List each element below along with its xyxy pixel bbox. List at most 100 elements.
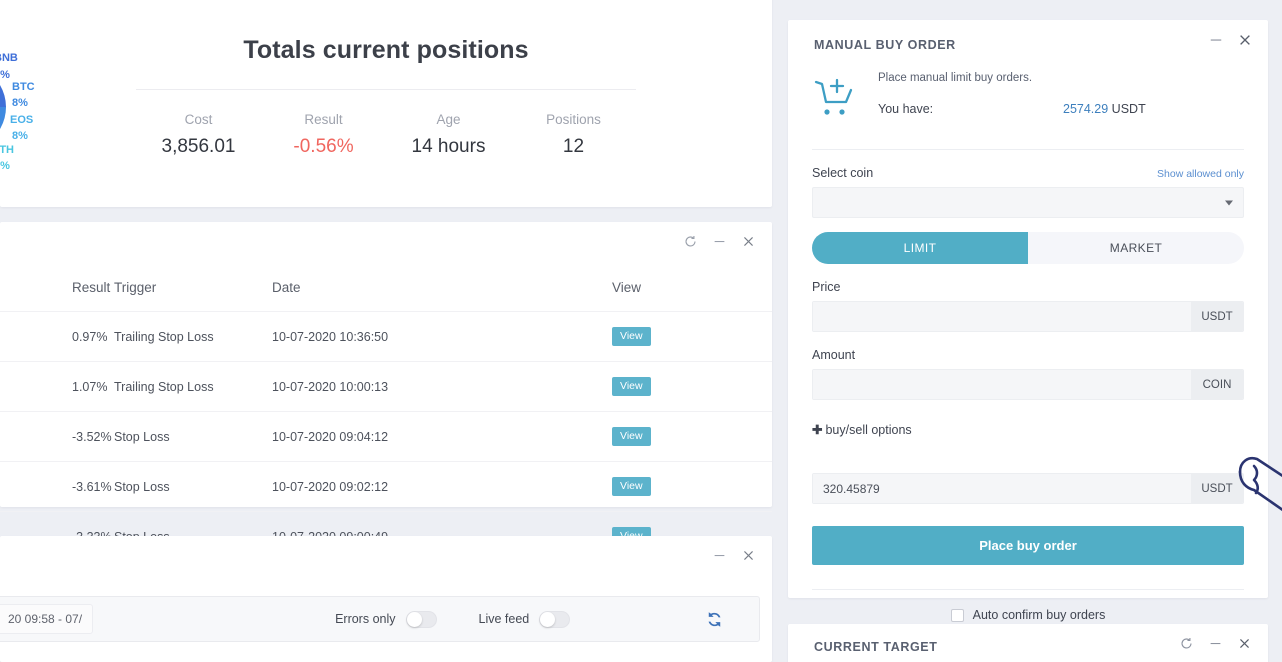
shopping-cart-plus-icon [812, 72, 868, 127]
close-icon[interactable] [1237, 32, 1252, 47]
log-card-window-controls [696, 536, 772, 575]
metric-cost-label: Cost [184, 112, 213, 127]
errors-only-control: Errors only [335, 610, 437, 628]
minimize-icon[interactable] [1208, 636, 1223, 651]
close-icon[interactable] [741, 548, 756, 563]
cell-date: 10-07-2020 09:04:12 [272, 411, 612, 462]
view-button[interactable]: View [612, 427, 651, 446]
metric-positions-value: 12 [562, 136, 585, 157]
tab-limit[interactable]: LIMIT [812, 232, 1028, 264]
tab-market[interactable]: MARKET [1028, 232, 1244, 264]
table-header-row: Result Trigger Date View [0, 274, 772, 312]
buy-divider [812, 149, 1244, 150]
table-row: -3.52% Stop Loss 10-07-2020 09:04:12 Vie… [0, 411, 772, 462]
balance-label: You have: [878, 102, 934, 116]
trades-table-body: 0.97% Trailing Stop Loss 10-07-2020 10:3… [0, 311, 772, 561]
view-button[interactable]: View [612, 477, 651, 496]
metric-age: Age 14 hours [386, 112, 511, 158]
balance-currency: USDT [1108, 102, 1146, 116]
buy-card-body: Place manual limit buy orders. You have:… [788, 52, 1268, 622]
trades-card-window-controls [667, 222, 772, 261]
cell-trigger: Trailing Stop Loss [114, 361, 272, 412]
select-coin-labels: Select coin Show allowed only [812, 166, 1244, 180]
buy-card-window-controls [1192, 20, 1268, 59]
balance-value-wrap: 2574.29 USDT [1063, 102, 1146, 116]
close-icon[interactable] [741, 0, 756, 1]
buy-description: Place manual limit buy orders. [878, 72, 1033, 84]
metric-positions-label: Positions [546, 112, 601, 127]
price-input[interactable] [813, 302, 1191, 331]
current-target-card: CURRENT TARGET [788, 624, 1268, 662]
amount-input[interactable] [813, 370, 1191, 399]
cell-result: -3.61% [0, 461, 114, 512]
metric-age-label: Age [436, 112, 461, 127]
cell-result: 0.97% [0, 311, 114, 362]
balance-value: 2574.29 [1063, 102, 1109, 116]
minimize-icon[interactable] [712, 548, 727, 563]
target-card-window-controls [1163, 624, 1268, 662]
metric-cost: Cost 3,856.01 [136, 112, 261, 158]
refresh-icon[interactable] [683, 234, 698, 249]
live-feed-toggle[interactable] [539, 610, 571, 628]
cell-result: 1.07% [0, 361, 114, 412]
amount-field-row: COIN [812, 369, 1244, 400]
cell-date: 10-07-2020 09:02:12 [272, 461, 612, 512]
refresh-icon[interactable] [683, 0, 698, 1]
buy-sell-options-toggle[interactable]: ✚ buy/sell options [812, 422, 1244, 437]
price-unit: USDT [1191, 302, 1243, 331]
totals-divider [136, 89, 636, 90]
close-icon[interactable] [1237, 636, 1252, 651]
left-column: Totals current positions Cost 3,856.01 R… [0, 0, 772, 662]
minimize-icon[interactable] [1208, 32, 1223, 47]
log-toolbar: 20 09:58 - 07/ Errors only Live feed [0, 596, 760, 642]
col-trigger: Trigger [114, 280, 157, 295]
col-date: Date [272, 280, 301, 295]
errors-only-toggle-knob [406, 611, 422, 627]
close-icon[interactable] [741, 234, 756, 249]
chevron-down-icon [1225, 200, 1233, 205]
metric-result-value: -0.56% [293, 136, 354, 157]
plus-icon: ✚ [812, 423, 823, 437]
auto-confirm-row: Auto confirm buy orders [812, 589, 1244, 622]
auto-confirm-checkbox[interactable] [950, 608, 964, 622]
buy-intro-text: Place manual limit buy orders. You have:… [868, 72, 1244, 127]
live-feed-toggle-knob [540, 611, 556, 627]
view-button[interactable]: View [612, 377, 651, 396]
cell-view: View [612, 461, 772, 512]
show-allowed-only-link[interactable]: Show allowed only [1157, 168, 1244, 180]
cell-view: View [612, 311, 772, 362]
table-row: -3.61% Stop Loss 10-07-2020 09:02:12 Vie… [0, 461, 772, 512]
total-input[interactable] [813, 474, 1191, 503]
price-label: Price [812, 280, 841, 294]
col-result: Result [72, 280, 111, 295]
select-coin-dropdown[interactable] [812, 187, 1244, 218]
balance-currency-text: USDT [1111, 102, 1146, 116]
cell-result: -3.52% [0, 411, 114, 462]
amount-unit: COIN [1191, 370, 1243, 399]
buy-intro: Place manual limit buy orders. You have:… [812, 52, 1244, 127]
log-date-range-field[interactable]: 20 09:58 - 07/ [0, 604, 94, 634]
balance-row: You have: 2574.29 USDT [878, 102, 1244, 116]
cell-view: View [612, 361, 772, 412]
minimize-icon[interactable] [712, 0, 727, 1]
refresh-icon[interactable] [1179, 636, 1194, 651]
view-button[interactable]: View [612, 327, 651, 346]
total-field-row: USDT [812, 473, 1244, 504]
col-view: View [612, 280, 642, 295]
log-refresh-icon[interactable] [706, 611, 723, 628]
live-feed-label: Live feed [478, 612, 530, 626]
app-screen: Totals current positions Cost 3,856.01 R… [0, 0, 1282, 662]
cell-trigger: Stop Loss [114, 461, 272, 512]
order-type-segmented-control: LIMIT MARKET [812, 232, 1244, 264]
auto-confirm-label: Auto confirm buy orders [972, 608, 1106, 622]
totals-current-positions-card: Totals current positions Cost 3,856.01 R… [0, 0, 772, 207]
cell-view: View [612, 411, 772, 462]
totals-metrics: Cost 3,856.01 Result -0.56% Age 14 hours… [136, 112, 636, 158]
minimize-icon[interactable] [712, 234, 727, 249]
metric-age-value: 14 hours [411, 136, 486, 157]
amount-label: Amount [812, 348, 856, 362]
errors-only-toggle[interactable] [405, 610, 437, 628]
metric-result-label: Result [304, 112, 343, 127]
place-buy-order-button[interactable]: Place buy order [812, 526, 1244, 565]
trades-table: Result Trigger Date View 0.97% Trailing … [0, 274, 772, 561]
